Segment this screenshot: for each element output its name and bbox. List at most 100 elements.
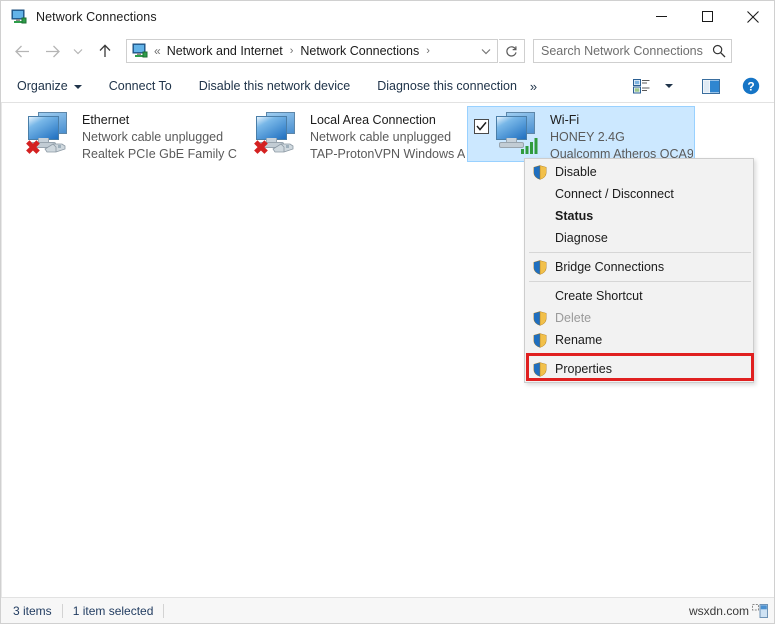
connect-to-button[interactable]: Connect To: [102, 75, 179, 97]
address-bar-icon: [132, 43, 148, 59]
command-bar-right: ?: [628, 74, 774, 98]
connection-adapter: TAP-ProtonVPN Windows Ad...: [310, 147, 465, 161]
connect-to-label: Connect To: [108, 79, 172, 93]
disable-device-label: Disable this network device: [198, 79, 351, 93]
search-input[interactable]: [534, 44, 707, 58]
search-icon[interactable]: [707, 44, 731, 58]
menu-item-label: Create Shortcut: [555, 289, 643, 303]
organize-label: Organize: [17, 79, 68, 93]
network-adapter-icon: ✖: [253, 110, 303, 158]
connection-text-block: Ethernet Network cable unplugged Realtek…: [82, 110, 237, 163]
connection-name: Ethernet: [82, 113, 130, 127]
menu-item-status[interactable]: Status: [525, 205, 753, 227]
svg-text:?: ?: [747, 79, 754, 93]
signal-bars-icon: [521, 136, 541, 159]
breadcrumb-item-network-and-internet[interactable]: Network and Internet: [165, 42, 285, 60]
connection-adapter: Realtek PCIe GbE Family Cont...: [82, 147, 237, 161]
menu-item-connect-disconnect[interactable]: Connect / Disconnect: [525, 183, 753, 205]
menu-item-label: Disable: [555, 165, 597, 179]
refresh-button[interactable]: [499, 39, 525, 63]
address-bar[interactable]: « Network and Internet › Network Connect…: [126, 39, 498, 63]
breadcrumb-overflow[interactable]: «: [152, 44, 165, 58]
forward-button[interactable]: [39, 38, 65, 64]
disconnected-x-icon: ✖: [25, 138, 41, 159]
menu-separator: [529, 281, 751, 282]
navigation-bar: « Network and Internet › Network Connect…: [1, 32, 774, 70]
close-button[interactable]: [730, 1, 774, 32]
address-dropdown-chevron-down-icon[interactable]: [475, 40, 497, 62]
diagnose-label: Diagnose this connection: [377, 79, 517, 93]
up-button[interactable]: [92, 38, 118, 64]
menu-item-label: Rename: [555, 333, 603, 347]
network-adapter-icon: ✖: [25, 110, 75, 158]
help-icon[interactable]: ?: [738, 74, 764, 98]
connection-item-ethernet[interactable]: ✖ Ethernet Network cable unplugged Realt…: [11, 106, 239, 162]
maximize-button[interactable]: [684, 1, 730, 32]
status-selection: 1 item selected: [72, 603, 154, 618]
details-view-icon[interactable]: [752, 603, 768, 618]
menu-item-label: Properties: [555, 362, 612, 376]
shield-icon: [525, 361, 554, 377]
cable-unplugged-icon: [42, 140, 68, 154]
menu-item-properties[interactable]: Properties: [525, 358, 753, 380]
selection-checkbox[interactable]: [474, 119, 489, 134]
chevron-down-icon: [73, 85, 82, 89]
menu-item-label: Connect / Disconnect: [555, 187, 674, 201]
connection-status: Network cable unplugged: [310, 130, 452, 144]
menu-separator: [529, 252, 751, 253]
menu-item-rename[interactable]: Rename: [525, 329, 753, 351]
connection-text-block: Wi-Fi HONEY 2.4G Qualcomm Atheros QCA937…: [550, 110, 693, 163]
disable-network-device-button[interactable]: Disable this network device: [192, 75, 357, 97]
back-button[interactable]: [9, 38, 35, 64]
diagnose-connection-button[interactable]: Diagnose this connection: [370, 75, 524, 97]
menu-item-disable[interactable]: Disable: [525, 161, 753, 183]
window-controls: [638, 1, 774, 32]
connections-list: ✖ Ethernet Network cable unplugged Realt…: [11, 106, 695, 162]
connection-text-block: Local Area Connection Network cable unpl…: [310, 110, 465, 163]
network-connections-icon: [11, 9, 27, 25]
breadcrumb-item-network-connections[interactable]: Network Connections: [298, 42, 421, 60]
status-divider-2: [163, 603, 165, 618]
window-title: Network Connections: [36, 9, 157, 24]
menu-item-label: Delete: [555, 311, 592, 325]
breadcrumb: « Network and Internet › Network Connect…: [152, 42, 475, 60]
status-item-count: 3 items: [13, 603, 52, 618]
status-bar: 3 items 1 item selected wsxdn.com: [1, 597, 774, 623]
toolbar-overflow-button[interactable]: »: [524, 76, 543, 97]
context-menu: Disable Connect / Disconnect Status Diag…: [524, 158, 754, 383]
connection-item-wi-fi[interactable]: Wi-Fi HONEY 2.4G Qualcomm Atheros QCA937…: [467, 106, 695, 162]
breadcrumb-separator-last[interactable]: ›: [421, 45, 435, 57]
navigation-pane-divider: [1, 103, 2, 597]
network-connections-window: Network Connections « Network and Intern…: [0, 0, 775, 624]
wireless-adapter-icon: [493, 110, 543, 158]
menu-item-label: Bridge Connections: [555, 260, 665, 274]
cable-unplugged-icon: [270, 140, 296, 154]
shield-icon: [525, 310, 554, 326]
title-bar: Network Connections: [1, 1, 774, 32]
command-bar: Organize Connect To Disable this network…: [1, 70, 774, 103]
search-box[interactable]: [533, 39, 732, 63]
status-divider: [61, 603, 63, 618]
connection-name: Local Area Connection: [310, 113, 436, 127]
menu-item-bridge-connections[interactable]: Bridge Connections: [525, 256, 753, 278]
disconnected-x-icon: ✖: [253, 138, 269, 159]
menu-item-label: Diagnose: [555, 231, 608, 245]
organize-button[interactable]: Organize: [10, 75, 89, 97]
menu-item-create-shortcut[interactable]: Create Shortcut: [525, 285, 753, 307]
minimize-button[interactable]: [638, 1, 684, 32]
preview-pane-icon[interactable]: [698, 74, 724, 98]
connection-status: HONEY 2.4G: [550, 130, 625, 144]
shield-icon: [525, 164, 554, 180]
menu-item-delete: Delete: [525, 307, 753, 329]
connection-item-local-area-connection[interactable]: ✖ Local Area Connection Network cable un…: [239, 106, 467, 162]
status-bar-right: wsxdn.com: [688, 603, 774, 618]
breadcrumb-separator[interactable]: ›: [285, 45, 299, 57]
menu-item-diagnose[interactable]: Diagnose: [525, 227, 753, 249]
change-view-icon[interactable]: [628, 74, 654, 98]
connection-status: Network cable unplugged: [82, 130, 224, 144]
recent-locations-button[interactable]: [67, 38, 89, 64]
shield-icon: [525, 332, 554, 348]
menu-separator: [529, 354, 751, 355]
watermark: wsxdn.com: [688, 603, 749, 618]
view-options-chevron-down-icon[interactable]: [656, 74, 682, 98]
